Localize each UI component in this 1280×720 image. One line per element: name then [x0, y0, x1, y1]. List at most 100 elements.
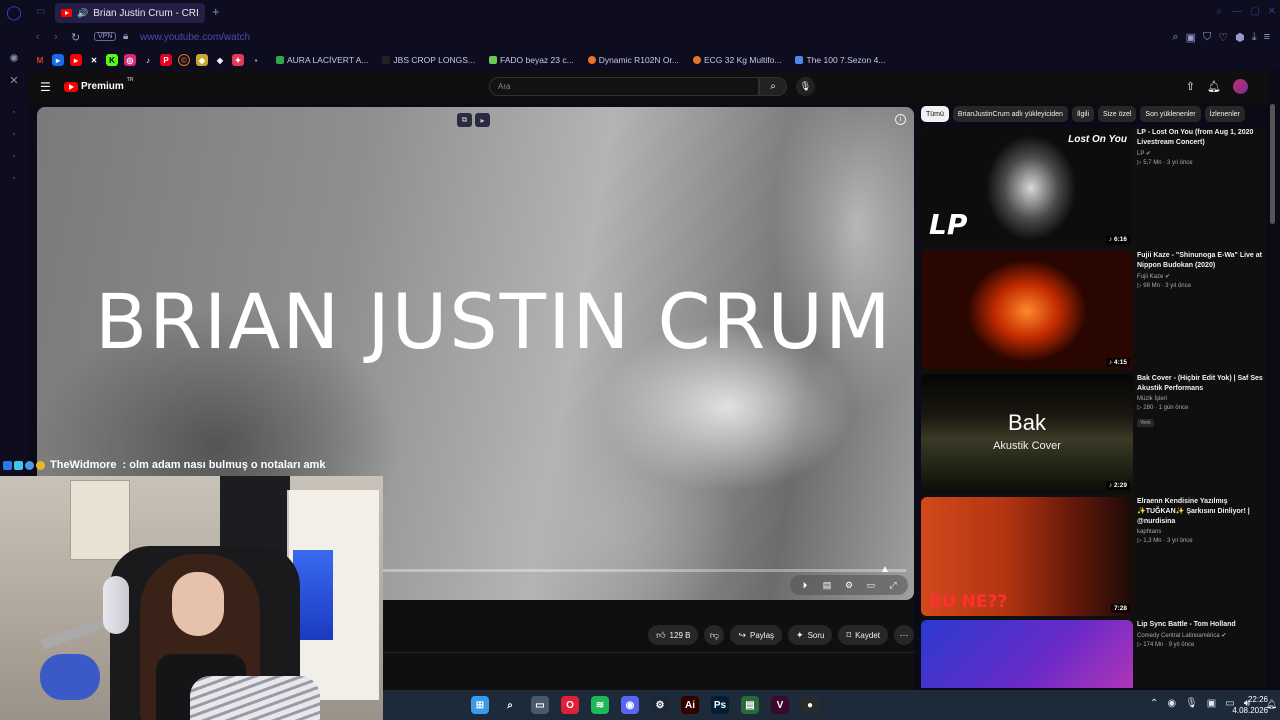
taskbar-obs-icon[interactable]: ● — [801, 696, 819, 714]
youtube-icon[interactable]: ▸ — [70, 54, 82, 66]
video-title[interactable]: Elraenn Kendisine Yazılmış ✨TUĞKAN✨ Şark… — [1137, 497, 1265, 527]
search-input[interactable]: Ara — [489, 77, 759, 96]
instagram-icon[interactable]: ◎ — [124, 54, 136, 66]
new-tab-button[interactable]: + — [212, 4, 220, 19]
minimize-icon[interactable]: — — [1232, 6, 1242, 17]
dislike-button[interactable]: 👎︎ — [704, 625, 725, 645]
info-icon[interactable]: i — [895, 114, 906, 125]
notification-bell-icon[interactable]: 🔔︎ — [1266, 699, 1277, 710]
video-title[interactable]: Bak Cover - (Hiçbir Edit Yok) | Saf Ses … — [1137, 374, 1265, 394]
video-thumbnail[interactable]: Bak Akustik Cover ♪ 2:29 — [921, 374, 1133, 493]
video-title[interactable]: LP - Lost On You (from Aug 1, 2020 Lives… — [1137, 128, 1265, 148]
taskbar-photoshop-icon[interactable]: Ps — [711, 696, 729, 714]
like-button[interactable]: 👍︎ 129 B — [648, 625, 699, 645]
clock[interactable]: 22:26 4.08.2026 — [1232, 694, 1268, 716]
save-button[interactable]: ⌑ Kaydet — [838, 625, 888, 645]
x-icon[interactable]: ✕ — [88, 54, 100, 66]
channel-name[interactable]: Comedy Central Latinoamérica ✔ — [1137, 632, 1265, 639]
gmail-icon[interactable]: M — [34, 54, 46, 66]
skip-icon[interactable]: ▸ — [475, 113, 490, 127]
pinterest-icon[interactable]: P — [160, 54, 172, 66]
bookmark-icon[interactable]: ◆ — [196, 54, 208, 66]
taskbar-windows-icon[interactable]: ⊞ — [471, 696, 489, 714]
sidebar-dot-icon[interactable]: · — [6, 170, 22, 186]
shield-icon[interactable]: ⛉ — [1203, 31, 1211, 44]
chip-related[interactable]: İlgili — [1071, 106, 1095, 122]
taskbar-steam-icon[interactable]: ⚙ — [651, 696, 669, 714]
snapshot-icon[interactable]: ▣ — [1186, 31, 1196, 44]
fullscreen-icon[interactable]: ⤢ — [884, 580, 902, 591]
video-thumbnail[interactable]: Lost On You LP ♪ 6:16 — [921, 128, 1133, 247]
opera-logo-icon[interactable]: ◯ — [6, 4, 22, 20]
hamburger-menu-icon[interactable]: ☰ — [40, 80, 51, 94]
chip-for-you[interactable]: Size özel — [1098, 106, 1137, 122]
taskbar-illustrator-icon[interactable]: Ai — [681, 696, 699, 714]
bookmark-link[interactable]: Dynamic R102N Or... — [587, 55, 679, 65]
taskbar-discord-icon[interactable]: ◉ — [621, 696, 639, 714]
video-thumbnail[interactable] — [921, 620, 1133, 688]
channel-name[interactable]: kaphtans — [1137, 529, 1265, 535]
chip-watched[interactable]: İzlenenler — [1204, 106, 1245, 122]
notifications-bell-icon[interactable]: 🔔︎ — [1207, 80, 1221, 93]
taskbar-spotify-icon[interactable]: ≋ — [591, 696, 609, 714]
maximize-icon[interactable]: ▢ — [1251, 6, 1260, 17]
progress-bar[interactable] — [382, 569, 906, 572]
sidebar-dot-icon[interactable]: · — [6, 126, 22, 142]
miniplayer-icon[interactable]: ⧉ — [457, 113, 472, 127]
app-tray-icon[interactable]: ▣ — [1207, 698, 1216, 709]
x-twitter-icon[interactable]: ✕ — [6, 72, 22, 88]
channel-name[interactable]: Fujii Kaze ✔ — [1137, 273, 1265, 280]
bookmark-icon[interactable]: ▸ — [52, 54, 64, 66]
recommendation-item[interactable]: ♪ 4:15 Fujii Kaze - "Shinunoga E-Wa" Liv… — [921, 251, 1266, 371]
bookmark-link[interactable]: ECG 32 Kg Multifo... — [693, 55, 781, 65]
bookmark-icon[interactable]: ✦ — [232, 54, 244, 66]
bookmark-link[interactable]: FADO beyaz 23 c... — [488, 55, 574, 65]
more-actions-button[interactable]: ⋯ — [894, 625, 914, 645]
chip-recent[interactable]: Son yüklenenler — [1140, 106, 1201, 122]
tab-menu-icon[interactable]: ▭ — [36, 6, 45, 17]
channel-name[interactable]: Müzik İşleri — [1137, 396, 1265, 402]
reload-icon[interactable]: ↻ — [71, 31, 80, 44]
close-icon[interactable]: ✕ — [1268, 6, 1276, 17]
back-icon[interactable]: ‹ — [36, 31, 40, 43]
tab-youtube[interactable]: 🔊 Brian Justin Crum - CRI — [55, 3, 205, 23]
bookmark-icon[interactable]: ◈ — [214, 54, 226, 66]
forward-icon[interactable]: › — [54, 31, 58, 43]
menu-icon[interactable]: ≡ — [1264, 31, 1270, 44]
bookmark-icon[interactable]: © — [178, 54, 190, 66]
lock-icon[interactable]: 🔒︎ — [123, 31, 128, 42]
video-thumbnail[interactable]: ♪ 4:15 — [921, 251, 1133, 370]
search-button[interactable]: ⌕ — [759, 77, 787, 96]
avatar[interactable] — [1233, 79, 1248, 94]
speaker-icon[interactable]: 🔊 — [77, 8, 88, 19]
video-title[interactable]: Lip Sync Battle - Tom Holland — [1137, 620, 1265, 630]
discord-tray-icon[interactable]: ◉ — [1167, 698, 1176, 709]
extensions-icon[interactable]: ⬢ — [1235, 31, 1245, 44]
taskbar-search-icon[interactable]: ⌕ — [501, 696, 519, 714]
taskbar-opera-icon[interactable]: O — [561, 696, 579, 714]
recommendation-item[interactable]: Bak Akustik Cover ♪ 2:29 Bak Cover - (Hi… — [921, 374, 1266, 494]
url-field[interactable]: www.youtube.com/watch — [140, 32, 250, 43]
vpn-badge[interactable]: VPN — [94, 32, 117, 41]
kick-icon[interactable]: K — [106, 54, 118, 66]
download-icon[interactable]: ⤓ — [1252, 31, 1257, 44]
chatgpt-icon[interactable]: ✺ — [6, 50, 22, 66]
theater-mode-icon[interactable]: ▭ — [862, 580, 880, 591]
voice-search-button[interactable]: 🎙︎ — [796, 77, 815, 96]
recommendation-item[interactable]: BU NE?? 7:28 Elraenn Kendisine Yazılmış … — [921, 497, 1266, 617]
youtube-logo[interactable]: Premium TR — [64, 77, 133, 92]
taskbar-news-icon[interactable]: ▭ — [531, 696, 549, 714]
taskbar-app-icon[interactable]: V — [771, 696, 789, 714]
taskbar-files-icon[interactable]: ▤ — [741, 696, 759, 714]
upload-icon[interactable]: ⇧ — [1186, 80, 1195, 93]
channel-name[interactable]: LP ✔ — [1137, 150, 1265, 157]
settings-gear-icon[interactable]: ⚙ — [840, 580, 858, 591]
share-button[interactable]: ↪ Paylaş — [730, 625, 783, 645]
subtitles-icon[interactable]: ▤ — [818, 580, 836, 591]
ask-button[interactable]: ✦ Soru — [788, 625, 833, 645]
autoplay-toggle-icon[interactable]: ⏵ — [796, 580, 814, 591]
chevron-up-icon[interactable]: ⌃ — [1150, 698, 1158, 709]
bookmark-icon[interactable]: ▪ — [250, 54, 262, 66]
search-tabs-icon[interactable]: ⌕ — [1216, 6, 1222, 17]
tiktok-icon[interactable]: ♪ — [142, 54, 154, 66]
